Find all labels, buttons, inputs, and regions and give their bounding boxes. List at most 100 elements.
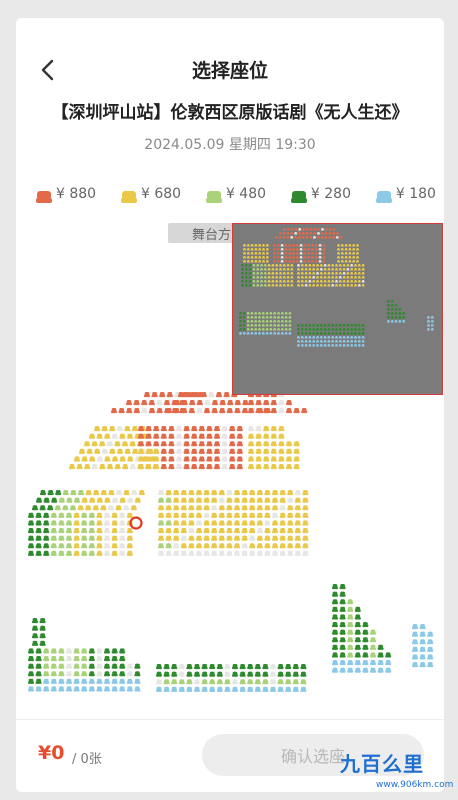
seat[interactable]	[264, 505, 271, 511]
seat[interactable]	[229, 456, 236, 462]
seat[interactable]	[198, 456, 205, 462]
seat[interactable]	[297, 268, 300, 271]
seat[interactable]	[165, 512, 172, 518]
seat[interactable]	[277, 332, 280, 335]
seat[interactable]	[319, 344, 323, 347]
seat[interactable]	[280, 324, 284, 327]
seat[interactable]	[255, 456, 262, 462]
seat[interactable]	[111, 686, 118, 692]
seat[interactable]	[258, 256, 262, 259]
seat[interactable]	[347, 637, 354, 643]
seat[interactable]	[111, 550, 118, 556]
seat[interactable]	[340, 248, 344, 251]
seat[interactable]	[280, 316, 284, 319]
seat[interactable]	[273, 312, 277, 315]
seat[interactable]	[275, 276, 279, 279]
seat[interactable]	[262, 252, 265, 255]
seat[interactable]	[74, 497, 80, 503]
seat[interactable]	[248, 456, 254, 462]
seat[interactable]	[427, 324, 430, 327]
seat[interactable]	[300, 664, 307, 670]
seat[interactable]	[284, 244, 288, 247]
seat[interactable]	[275, 284, 279, 287]
seat[interactable]	[96, 497, 103, 503]
seat[interactable]	[267, 264, 271, 267]
seat[interactable]	[357, 280, 361, 283]
seat[interactable]	[338, 340, 342, 343]
seat[interactable]	[328, 232, 332, 235]
seat[interactable]	[134, 686, 141, 692]
seat[interactable]	[265, 320, 269, 323]
seat[interactable]	[293, 448, 300, 454]
seat[interactable]	[277, 679, 284, 685]
seat[interactable]	[173, 490, 180, 496]
seat[interactable]	[354, 336, 357, 339]
seat[interactable]	[219, 400, 226, 406]
seat[interactable]	[282, 276, 286, 279]
seat[interactable]	[104, 433, 111, 439]
seat[interactable]	[348, 244, 352, 247]
seat[interactable]	[249, 497, 256, 503]
seat[interactable]	[316, 336, 319, 339]
seat[interactable]	[28, 512, 34, 518]
seat[interactable]	[279, 543, 286, 549]
seat[interactable]	[338, 264, 342, 267]
seat[interactable]	[218, 505, 225, 511]
seat[interactable]	[178, 686, 185, 692]
seat[interactable]	[73, 520, 80, 526]
seat[interactable]	[278, 236, 282, 239]
seat[interactable]	[308, 340, 312, 343]
seat[interactable]	[332, 652, 338, 658]
seat[interactable]	[100, 490, 107, 496]
seat[interactable]	[58, 543, 65, 549]
seat[interactable]	[398, 312, 402, 315]
seat[interactable]	[81, 686, 88, 692]
seat[interactable]	[73, 543, 80, 549]
seat[interactable]	[354, 276, 357, 279]
seat[interactable]	[286, 272, 290, 275]
seat[interactable]	[58, 671, 65, 677]
seat[interactable]	[342, 336, 346, 339]
seat[interactable]	[311, 256, 314, 259]
seat[interactable]	[178, 392, 184, 398]
seat[interactable]	[35, 543, 42, 549]
seat[interactable]	[344, 260, 348, 263]
seat[interactable]	[165, 535, 172, 541]
seat[interactable]	[258, 324, 261, 327]
seat[interactable]	[319, 324, 323, 327]
seat[interactable]	[239, 324, 242, 327]
seat[interactable]	[88, 663, 95, 669]
seat[interactable]	[242, 312, 246, 315]
seat[interactable]	[357, 276, 361, 279]
seat[interactable]	[260, 272, 263, 275]
seat[interactable]	[312, 336, 316, 339]
seat[interactable]	[316, 268, 319, 271]
seat[interactable]	[294, 520, 301, 526]
seat[interactable]	[272, 528, 278, 534]
seat[interactable]	[275, 280, 279, 283]
seat[interactable]	[324, 232, 328, 235]
seat[interactable]	[390, 312, 394, 315]
seat[interactable]	[319, 280, 323, 283]
seat[interactable]	[165, 520, 172, 526]
seat[interactable]	[316, 332, 319, 335]
seat[interactable]	[309, 236, 313, 239]
seat[interactable]	[346, 332, 350, 335]
seat[interactable]	[50, 671, 57, 677]
seat[interactable]	[262, 671, 269, 677]
seat[interactable]	[412, 624, 418, 630]
seat[interactable]	[244, 280, 248, 283]
seat[interactable]	[73, 512, 80, 518]
seat[interactable]	[287, 490, 294, 496]
seat[interactable]	[352, 248, 356, 251]
seat[interactable]	[342, 284, 346, 287]
seat[interactable]	[335, 332, 338, 335]
seat[interactable]	[294, 497, 301, 503]
seat[interactable]	[273, 328, 277, 331]
seat[interactable]	[419, 624, 426, 630]
seat[interactable]	[385, 667, 392, 673]
seat[interactable]	[96, 686, 103, 692]
seat[interactable]	[402, 320, 406, 323]
seat[interactable]	[300, 264, 304, 267]
seat[interactable]	[342, 332, 346, 335]
